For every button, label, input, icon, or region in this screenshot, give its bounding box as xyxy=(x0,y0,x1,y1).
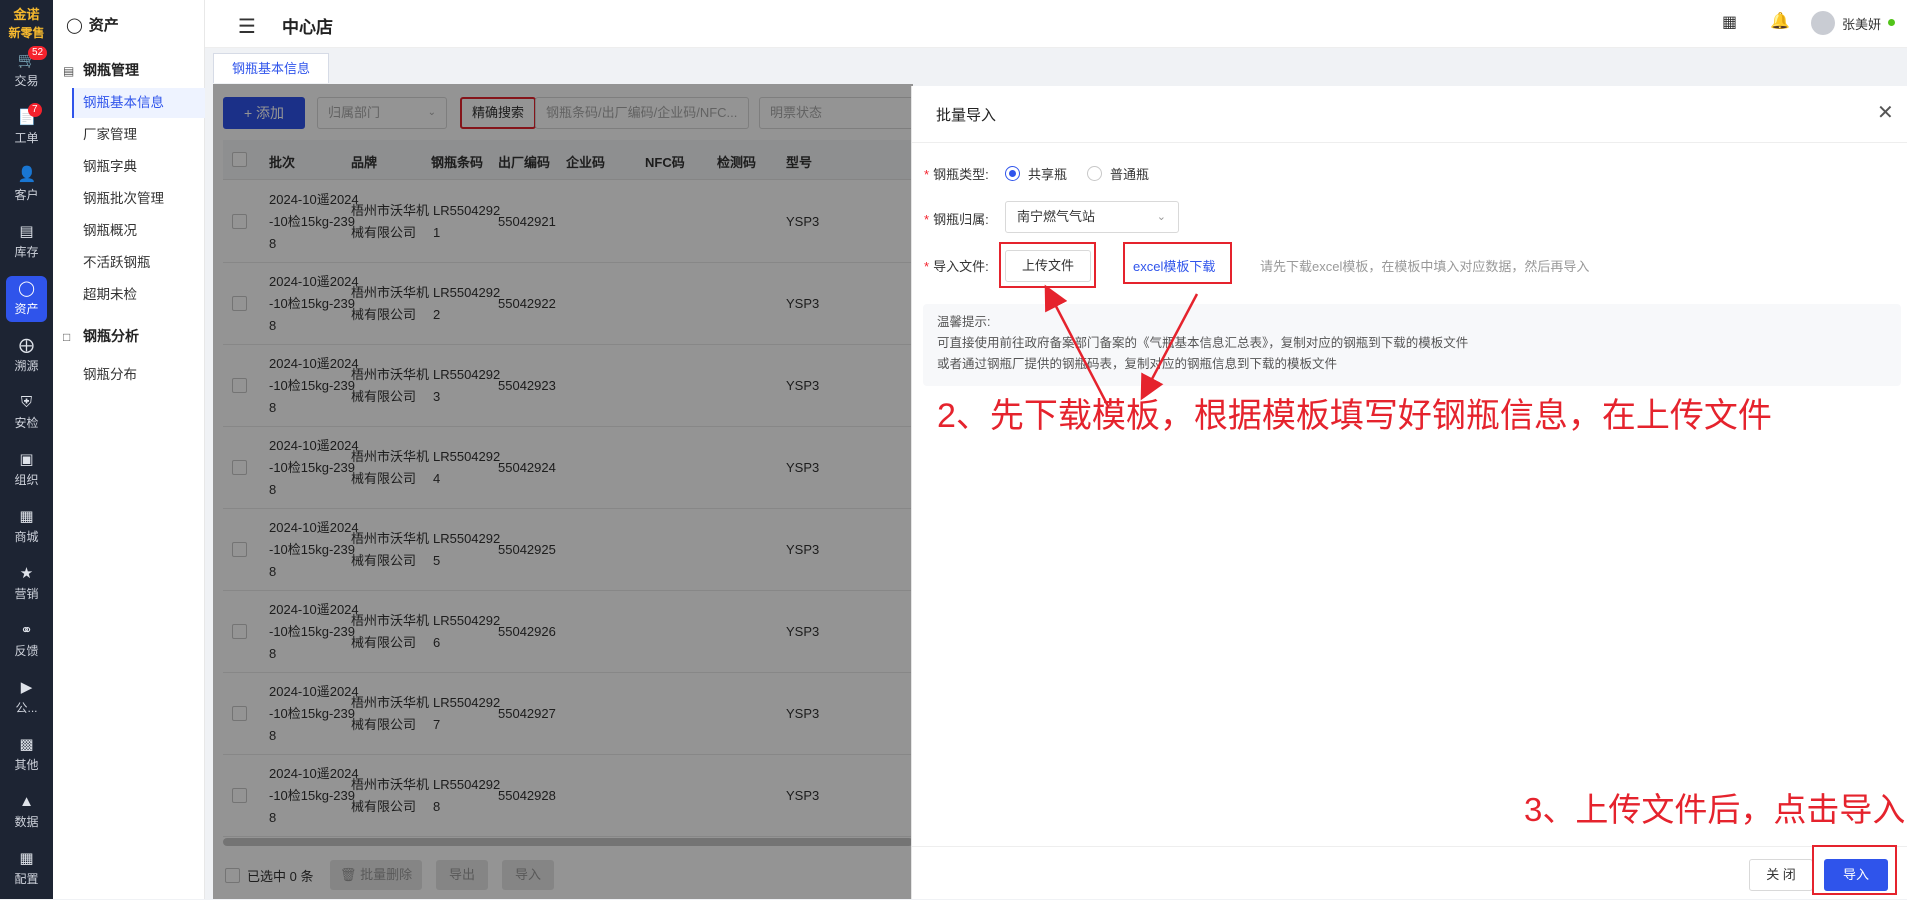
submenu-item-6[interactable]: 超期未检 xyxy=(72,280,205,310)
customer-icon: 👤 xyxy=(17,166,37,183)
nav-label: 安检 xyxy=(14,416,39,430)
nav-label: 工单 xyxy=(14,131,39,145)
user-name[interactable]: 张美妍 xyxy=(1842,14,1881,33)
menu-collapse-icon[interactable]: ☰ xyxy=(238,14,256,39)
shield-icon: ⛨ xyxy=(20,394,33,411)
nav-label: 反馈 xyxy=(14,644,39,658)
modal-overlay[interactable] xyxy=(213,84,913,899)
annotation-arrows xyxy=(1044,284,1199,409)
nav-item-9[interactable]: ★ 营销 xyxy=(0,559,53,611)
nav-label: 公... xyxy=(15,701,38,715)
submenu-title: ◯ 资产 xyxy=(66,17,119,34)
nav-label: 配置 xyxy=(14,872,39,886)
list-icon: ▤ xyxy=(63,64,75,78)
nav-label: 组织 xyxy=(14,473,39,487)
megaphone-icon: ▶ xyxy=(20,679,33,696)
trophy-icon: ★ xyxy=(19,565,34,582)
submenu-analysis-item-0[interactable]: 钢瓶分布 xyxy=(72,360,205,390)
nav-badge: 52 xyxy=(28,46,48,60)
nav-label: 库存 xyxy=(14,245,39,259)
nav-item-8[interactable]: ▦ 商城 xyxy=(0,502,53,554)
inventory-icon: ▤ xyxy=(19,223,34,240)
nav-item-1[interactable]: 📄 工单 7 xyxy=(0,103,53,155)
line-chart-icon: □ xyxy=(63,330,71,344)
bell-icon[interactable]: 🔔 xyxy=(1770,11,1790,31)
bulb-icon: ◯ xyxy=(66,17,83,34)
nav-label: 客户 xyxy=(14,188,39,202)
nav-item-13[interactable]: ▲ 数据 xyxy=(0,787,53,839)
store-name: 中心店 xyxy=(282,18,333,37)
arrow-to-upload xyxy=(1044,284,1111,409)
nav-item-4[interactable]: ◯ 资产 xyxy=(0,274,53,326)
nav-label: 溯源 xyxy=(14,359,39,373)
nav-item-7[interactable]: ▣ 组织 xyxy=(0,445,53,497)
submenu-item-3[interactable]: 钢瓶批次管理 xyxy=(72,184,205,214)
brand-name: 金诺 xyxy=(13,7,40,22)
submenu-item-1[interactable]: 厂家管理 xyxy=(72,120,205,150)
grid-icon: ▦ xyxy=(19,850,34,867)
nav-label: 数据 xyxy=(14,815,39,829)
asset-submenu: ◯ 资产 ▤ 钢瓶管理 钢瓶基本信息 厂家管理 钢瓶字典 钢瓶批次管理 钢瓶概况 不活跃钢瓶超… xyxy=(53,0,205,899)
bulb-icon: ◯ xyxy=(18,280,35,297)
nav-label: 营销 xyxy=(14,587,39,601)
nav-item-6[interactable]: ⛨ 安检 xyxy=(0,388,53,440)
brand-subtitle: 新零售 xyxy=(8,26,45,40)
nav-label: 资产 xyxy=(14,302,39,316)
nav-label: 交易 xyxy=(14,74,39,88)
tab-cylinder-info[interactable]: 钢瓶基本信息 xyxy=(213,53,329,83)
group-cylinder-management[interactable]: ▤ 钢瓶管理 xyxy=(63,60,139,80)
submenu-item-2[interactable]: 钢瓶字典 xyxy=(72,152,205,182)
nav-label: 商城 xyxy=(14,530,39,544)
nav-item-14[interactable]: ▦ 配置 xyxy=(0,844,53,896)
nav-item-3[interactable]: ▤ 库存 xyxy=(0,217,53,269)
online-status-dot xyxy=(1888,19,1895,26)
batch-import-drawer: 批量导入 ✕ * 钢瓶类型: 共享瓶 普通瓶 * 钢瓶归属: 南宁燃气气站 ⌄ * 导入… xyxy=(911,86,1907,899)
nav-item-5[interactable]: ⨁ 溯源 xyxy=(0,331,53,383)
brand-logo: 金诺 新零售 xyxy=(0,6,53,42)
nav-label: 其他 xyxy=(14,758,39,772)
chat-icon: ⚭ xyxy=(20,622,33,639)
avatar[interactable] xyxy=(1811,11,1835,35)
nav-item-2[interactable]: 👤 客户 xyxy=(0,160,53,212)
qrcode-icon[interactable]: ▦ xyxy=(1722,12,1737,32)
nav-item-0[interactable]: 🛒 交易 52 xyxy=(0,46,53,98)
main-nav: 金诺 新零售 🛒 交易 52 📄 工单 7 👤 客户 ▤ 库存 ◯ 资产 ⨁ 溯源 ⛨ 安检 ▣ 组织 ▦ 商城 ★ 营销… xyxy=(0,0,53,899)
top-bar: ☰ 中心店 ▦ 🔔 张美妍 xyxy=(205,0,1907,48)
nav-item-11[interactable]: ▶ 公... xyxy=(0,673,53,725)
org-icon: ▣ xyxy=(19,451,34,468)
submenu-item-5[interactable]: 不活跃钢瓶 xyxy=(72,248,205,278)
nav-badge: 7 xyxy=(28,103,42,117)
other-icon: ▩ xyxy=(19,736,34,753)
group-cylinder-analysis[interactable]: □ 钢瓶分析 xyxy=(63,326,139,346)
submenu-item-4[interactable]: 钢瓶概况 xyxy=(72,216,205,246)
nav-item-10[interactable]: ⚭ 反馈 xyxy=(0,616,53,668)
mall-icon: ▦ xyxy=(19,508,34,525)
nav-item-12[interactable]: ▩ 其他 xyxy=(0,730,53,782)
arrow-from-download xyxy=(1140,293,1199,401)
chart-icon: ▲ xyxy=(19,793,34,810)
compass-icon: ⨁ xyxy=(19,337,34,354)
submenu-item-0[interactable]: 钢瓶基本信息 xyxy=(72,88,205,118)
